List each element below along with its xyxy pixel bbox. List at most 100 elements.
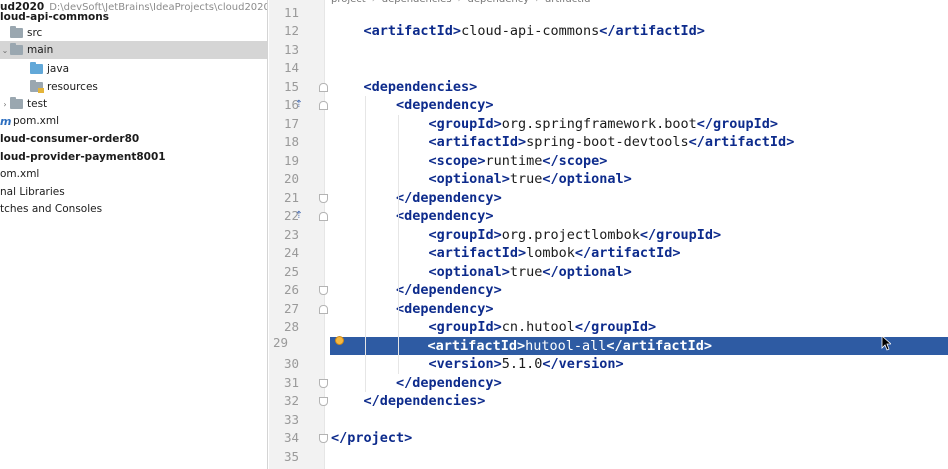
xml-text [330, 338, 428, 354]
folder-icon [30, 80, 44, 93]
xml-text [331, 393, 364, 409]
code-text: <groupId>cn.hutool</groupId> [331, 318, 657, 337]
code-line[interactable]: 15 <dependencies> [269, 78, 948, 97]
xml-text: lombok [526, 245, 575, 261]
maven-icon: m [0, 114, 12, 128]
line-number: 14 [283, 60, 299, 75]
override-icon[interactable]: ⇡ [294, 210, 304, 222]
tree-item[interactable]: om.xml [0, 165, 267, 183]
fold-collapse-icon[interactable] [319, 434, 328, 443]
code-line[interactable]: 18 <artifactId>spring-boot-devtools</art… [269, 133, 948, 152]
code-text: </dependency> [331, 189, 502, 208]
xml-text: runtime [485, 152, 543, 169]
tree-item[interactable]: src [0, 24, 267, 42]
line-number: 15 [283, 78, 299, 94]
xml-tag: <dependency> [396, 97, 494, 113]
code-line[interactable]: 14 [269, 59, 948, 78]
tree-item[interactable]: tches and Consoles [0, 200, 267, 218]
line-number: 27 [283, 300, 299, 316]
folder-icon [10, 97, 23, 109]
tree-item[interactable]: loud-provider-payment8001 [0, 148, 267, 166]
xml-text [331, 97, 396, 113]
code-line[interactable]: 20 <optional>true</optional> [269, 170, 948, 189]
line-number: 31 [283, 374, 299, 390]
tree-item[interactable]: › test [0, 95, 267, 113]
xml-tag: </dependencies> [363, 393, 486, 409]
xml-text: spring-boot-devtools [526, 134, 689, 150]
tree-item-label: loud-api-commons [0, 11, 109, 23]
xml-tag: <version> [428, 356, 502, 372]
code-line[interactable]: 11 [269, 4, 948, 23]
code-line[interactable]: 16 <dependency> [269, 96, 948, 115]
code-line[interactable]: 21 </dependency> [269, 189, 948, 208]
tree-item-label: tches and Consoles [0, 203, 103, 215]
code-text: <dependency> [331, 300, 494, 319]
line-number: 26 [283, 282, 299, 297]
code-line[interactable]: 23 <groupId>org.projectlombok</groupId> [269, 226, 948, 245]
code-line[interactable]: 32 </dependencies> [269, 392, 948, 411]
xml-text: 5.1.0 [501, 356, 543, 372]
xml-text [331, 282, 396, 298]
xml-tag: <artifactId> [428, 245, 527, 261]
xml-tag: <dependency> [396, 300, 494, 317]
code-line[interactable]: 17 <groupId>org.springframework.boot</gr… [269, 115, 948, 134]
tree-item[interactable]: nal Libraries [0, 183, 267, 201]
tree-item-label: test [27, 98, 48, 110]
tree-item[interactable]: m pom.xml [0, 112, 267, 130]
code-line[interactable]: 19 <scope>runtime</scope> [269, 152, 948, 171]
indent-guide [398, 114, 399, 374]
code-line-current[interactable]: 29 <artifactId>hutool-all</artifactId> [330, 336, 948, 355]
fold-expand-icon[interactable] [319, 212, 328, 221]
xml-tag: <groupId> [428, 226, 502, 243]
chevron-down-icon[interactable]: ⌄ [0, 46, 10, 55]
code-line[interactable]: 13 [269, 41, 948, 60]
project-tree-panel: ud2020 D:\devSoft\JetBrains\IdeaProjects\… [0, 0, 268, 469]
fold-collapse-icon[interactable] [319, 286, 328, 295]
fold-collapse-icon[interactable] [319, 378, 328, 388]
code-line[interactable]: 33 [269, 411, 948, 430]
xml-tag: <artifactId> [427, 337, 526, 354]
fold-expand-icon[interactable] [319, 101, 328, 110]
xml-text [331, 79, 364, 95]
tree-item[interactable]: loud-consumer-order80 [0, 130, 267, 148]
code-line[interactable]: 12 <artifactId>cloud-api-commons</artifa… [269, 22, 948, 41]
code-line[interactable]: 30 <version>5.1.0</version> [269, 355, 948, 374]
code-text: </dependency> [331, 281, 502, 300]
xml-text: cloud-api-commons [461, 23, 600, 39]
xml-text [331, 23, 364, 39]
tree-item-label: om.xml [0, 168, 40, 180]
code-line[interactable]: 28 <groupId>cn.hutool</groupId> [269, 318, 948, 337]
tree-item[interactable]: ⌄ main [0, 41, 267, 59]
code-line[interactable]: 25 <optional>true</optional> [269, 263, 948, 282]
code-line[interactable]: 34 </project> [269, 429, 948, 448]
line-number: 13 [283, 41, 299, 57]
chevron-right-icon[interactable]: › [0, 100, 10, 109]
xml-text [331, 319, 429, 335]
fold-collapse-icon[interactable] [319, 397, 328, 406]
xml-tag: <scope> [428, 152, 486, 169]
code-line[interactable]: 27 <dependency> [269, 300, 948, 319]
code-line[interactable]: 35 [269, 448, 948, 467]
code-line[interactable]: 31 </dependency> [269, 374, 948, 393]
code-editor[interactable]: project›dependencies›dependency›artifact… [269, 0, 948, 469]
xml-tag: </scope> [542, 152, 608, 169]
xml-tag: </artifactId> [606, 337, 713, 354]
tree-item-label: main [27, 44, 54, 56]
line-number: 34 [283, 430, 299, 445]
fold-collapse-icon[interactable] [319, 193, 328, 203]
tree-item[interactable]: resources [0, 78, 267, 96]
code-line[interactable]: 26 </dependency> [269, 281, 948, 300]
override-icon[interactable]: ⇡ [294, 99, 304, 111]
code-text: <dependency> [331, 96, 494, 115]
folder-icon [30, 62, 43, 74]
xml-tag: <optional> [428, 263, 510, 280]
lightbulb-icon[interactable] [335, 336, 344, 345]
code-line[interactable]: 22 <dependency> [269, 207, 948, 226]
tree-item[interactable]: java [0, 60, 267, 78]
fold-expand-icon[interactable] [319, 304, 328, 314]
code-line[interactable]: 24 <artifactId>lombok</artifactId> [269, 244, 948, 263]
code-text: </project> [331, 429, 412, 448]
fold-expand-icon[interactable] [319, 82, 328, 92]
mouse-cursor-icon [881, 335, 891, 351]
code-text: <scope>runtime</scope> [331, 152, 608, 171]
